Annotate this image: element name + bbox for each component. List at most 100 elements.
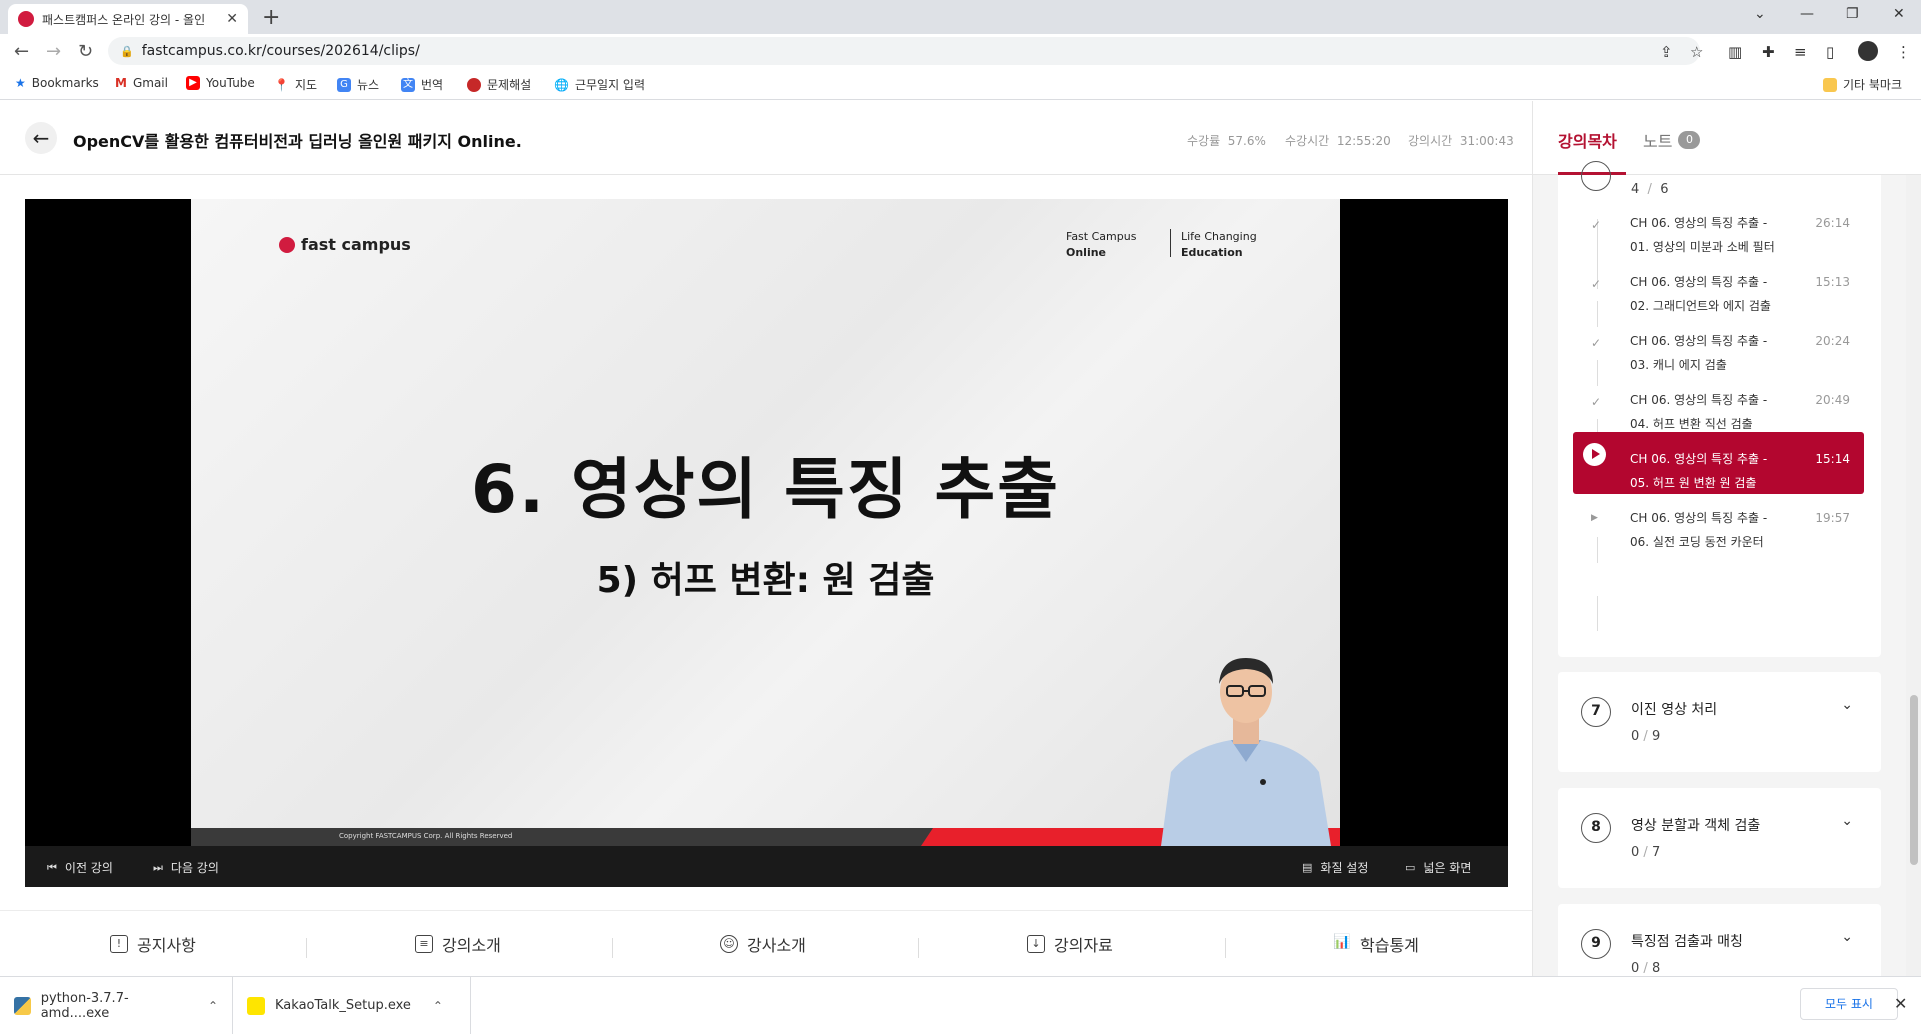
new-tab-button[interactable]: + [262, 5, 280, 30]
bookmark-worklog[interactable]: 🌐 근무일지 입력 [554, 76, 645, 93]
reload-icon[interactable]: ↻ [78, 41, 93, 62]
lecture-title-line: CH 06. 영상의 특징 추출 - [1630, 393, 1768, 407]
lecture-item[interactable]: ✓ CH 06. 영상의 특징 추출 - 01. 영상의 미분과 소베 필터 2… [1573, 196, 1864, 258]
folder-icon [1823, 77, 1837, 92]
bookmark-youtube[interactable]: ▶ YouTube [186, 76, 255, 90]
fastcampus-favicon-icon [18, 11, 34, 27]
bar-chart-icon: 📊 [1333, 934, 1351, 950]
menu-kebab-icon[interactable]: ⋮ [1896, 43, 1911, 61]
panel-scrollbar[interactable] [1906, 175, 1921, 976]
lecture-item[interactable]: ▶ CH 06. 영상의 특징 추출 - 06. 실전 코딩 동전 카운터 19… [1573, 491, 1864, 553]
tab-label: 강사소개 [747, 936, 806, 955]
bookmark-translate[interactable]: 文 번역 [401, 76, 443, 93]
extension-n-icon[interactable]: ▥ [1728, 43, 1742, 61]
show-all-downloads-button[interactable]: 모두 표시 [1800, 988, 1898, 1020]
tab-label: 강의자료 [1054, 936, 1113, 955]
lock-icon: 🔒 [120, 44, 134, 58]
side-panel-icon[interactable]: ▯ [1826, 43, 1834, 61]
download-clipboard-icon: ↓ [1027, 935, 1045, 953]
tab-materials[interactable]: ↓ 강의자료 [1027, 932, 1113, 956]
chapter-card[interactable]: 9 특징점 검출과 매칭 0 / 8 ⌄ [1558, 904, 1881, 976]
quality-icon: ▤ [1302, 861, 1313, 874]
slide-logo-text: fast campus [301, 235, 411, 254]
prev-lecture-button[interactable]: ⏮ 이전 강의 [47, 859, 113, 876]
lecture-item-active[interactable]: CH 06. 영상의 특징 추출 - 05. 허프 원 변환 원 검출 15:1… [1573, 432, 1864, 494]
progress-value: 57.6% [1227, 134, 1266, 148]
tab-stats[interactable]: 📊 학습통계 [1333, 932, 1419, 956]
tab-notes[interactable]: 노트 0 [1643, 128, 1701, 152]
browser-toolbar: ← → ↻ 🔒 fastcampus.co.kr/courses/202614/… [0, 34, 1921, 68]
lecture-duration: 15:14 [1815, 452, 1850, 466]
timeline-line [1597, 596, 1598, 631]
chapter-progress: 4 / 6 [1631, 182, 1669, 197]
lecture-slide: fast campus Fast Campus Online Life Chan… [191, 199, 1340, 846]
bookmark-label: Bookmarks [31, 76, 99, 90]
bookmark-bookmarks[interactable]: ★ Bookmarks [15, 76, 99, 90]
python-installer-icon [14, 996, 31, 1015]
bookmark-other[interactable]: 기타 북마크 [1823, 76, 1902, 93]
bookmark-label: 번역 [421, 78, 444, 92]
chevron-up-icon[interactable]: ⌃ [433, 999, 443, 1013]
share-icon[interactable]: ⇪ [1660, 43, 1673, 61]
chapter-title: 영상 분할과 객체 검출 [1631, 818, 1761, 834]
arrow-left-icon: ← [32, 126, 50, 150]
tab-search-icon[interactable]: ⌄ [1754, 6, 1766, 22]
profile-avatar[interactable] [1858, 41, 1878, 61]
restore-icon[interactable]: ❐ [1846, 6, 1859, 22]
bookmark-label: 근무일지 입력 [574, 78, 646, 92]
tab-instructor-intro[interactable]: ☺ 강사소개 [720, 932, 806, 956]
quality-settings-button[interactable]: ▤ 화질 설정 [1302, 859, 1368, 876]
bookmark-star-icon[interactable]: ☆ [1690, 43, 1703, 61]
slide-tag-education: Life Changing Education [1181, 229, 1257, 261]
chevron-up-icon[interactable]: ⌃ [208, 999, 218, 1013]
bookmark-news[interactable]: G 뉴스 [337, 76, 379, 93]
lecture-item[interactable]: ✓ CH 06. 영상의 특징 추출 - 02. 그래디언트와 에지 검출 15… [1573, 255, 1864, 317]
media-list-icon[interactable]: ≡ [1794, 43, 1807, 61]
chapter-title: 특징점 검출과 매칭 [1631, 934, 1743, 950]
chapter-number-circle [1581, 161, 1611, 191]
tab-title: 패스트캠퍼스 온라인 강의 - 올인 [42, 12, 206, 27]
chapter-total-count: 6 [1660, 182, 1669, 197]
tab-close-icon[interactable]: ✕ [226, 11, 238, 27]
minimize-icon[interactable]: — [1800, 6, 1814, 22]
chevron-down-icon[interactable]: ⌄ [1841, 697, 1853, 713]
tab-course-intro[interactable]: ≡ 강의소개 [415, 932, 501, 956]
video-player[interactable]: fast campus Fast Campus Online Life Chan… [25, 199, 1508, 887]
chevron-down-icon[interactable]: ⌄ [1841, 929, 1853, 945]
skip-previous-icon: ⏮ [47, 860, 57, 874]
browser-tab[interactable]: 패스트캠퍼스 온라인 강의 - 올인 ✕ [8, 4, 248, 34]
window-close-icon[interactable]: ✕ [1893, 6, 1905, 22]
close-download-bar-icon[interactable]: ✕ [1894, 994, 1907, 1013]
chapter-card[interactable]: 7 이진 영상 처리 0 / 9 ⌄ [1558, 672, 1881, 772]
back-button[interactable]: ← [25, 122, 57, 154]
lecture-item[interactable]: ✓ CH 06. 영상의 특징 추출 - 03. 캐니 에지 검출 20:24 [1573, 314, 1864, 376]
chapter-total-count: 8 [1651, 961, 1661, 976]
bookmark-gmail[interactable]: M Gmail [115, 76, 168, 90]
forward-arrow-icon[interactable]: → [46, 41, 61, 62]
wide-screen-label: 넓은 화면 [1423, 861, 1472, 875]
address-bar[interactable]: 🔒 fastcampus.co.kr/courses/202614/clips/ [108, 37, 1700, 65]
chevron-down-icon[interactable]: ⌄ [1841, 813, 1853, 829]
back-arrow-icon[interactable]: ← [14, 41, 29, 62]
wide-screen-button[interactable]: ▭ 넓은 화면 [1405, 859, 1471, 876]
bookmark-maps[interactable]: 📍 지도 [274, 76, 317, 93]
bookmark-problems[interactable]: 문제해설 [467, 76, 531, 93]
bookmark-label: YouTube [206, 76, 255, 90]
quality-label: 화질 설정 [1320, 861, 1369, 875]
news-icon: G [337, 77, 351, 92]
lecture-item[interactable]: ✓ CH 06. 영상의 특징 추출 - 04. 허프 변환 직선 검출 20:… [1573, 373, 1864, 435]
tab-curriculum[interactable]: 강의목차 [1558, 128, 1617, 152]
chapter-6-card: 4 / 6 ✓ CH 06. 영상의 특징 추출 - 01. 영상의 미분과 소… [1558, 161, 1881, 657]
slide-tag-line: Education [1181, 246, 1243, 259]
tab-notice[interactable]: ! 공지사항 [110, 932, 196, 956]
next-lecture-button[interactable]: ⏭ 다음 강의 [153, 859, 219, 876]
chapter-title: 이진 영상 처리 [1631, 702, 1718, 718]
extensions-puzzle-icon[interactable]: ✚ [1762, 43, 1775, 61]
download-item-python[interactable]: python-3.7.7-amd....exe ⌃ [0, 977, 233, 1034]
scrollbar-thumb[interactable] [1910, 695, 1918, 865]
lecture-time-stat: 강의시간 31:00:43 [1408, 132, 1514, 149]
download-item-kakaotalk[interactable]: KakaoTalk_Setup.exe ⌃ [233, 977, 471, 1034]
chapter-card[interactable]: 8 영상 분할과 객체 검출 0 / 7 ⌄ [1558, 788, 1881, 888]
bookmark-label: 지도 [294, 78, 318, 92]
check-icon: ✓ [1591, 336, 1602, 350]
